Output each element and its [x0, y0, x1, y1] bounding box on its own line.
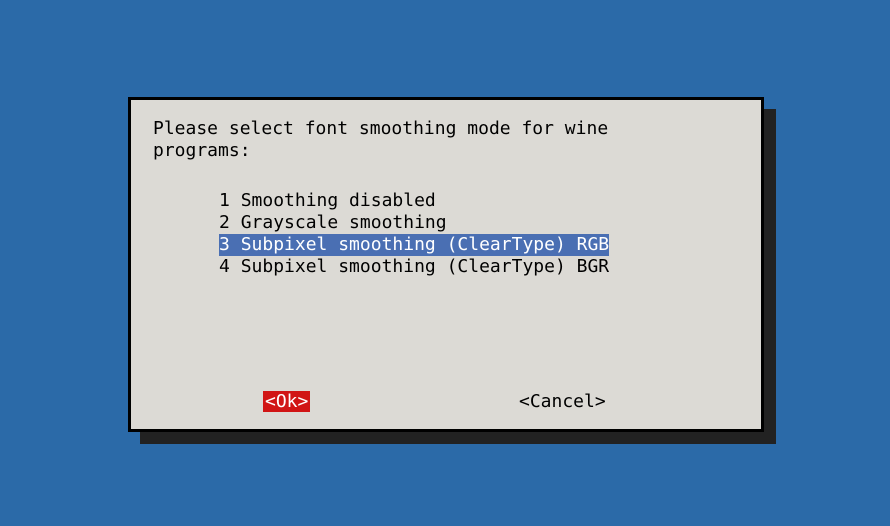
- option-label: Subpixel smoothing (ClearType) RGB: [241, 234, 609, 255]
- option-label: Subpixel smoothing (ClearType) BGR: [241, 256, 609, 277]
- prompt-line-2: programs:: [153, 140, 251, 161]
- option-label: Grayscale smoothing: [241, 212, 447, 233]
- option-number: 4: [219, 256, 230, 277]
- option-label: Smoothing disabled: [241, 190, 436, 211]
- menu-option-3[interactable]: 3 Subpixel smoothing (ClearType) RGB: [219, 234, 609, 256]
- dialog-prompt: Please select font smoothing mode for wi…: [153, 118, 608, 162]
- option-number: 3: [219, 234, 230, 255]
- menu-option-1[interactable]: 1 Smoothing disabled: [219, 190, 609, 212]
- dialog-wrapper: Please select font smoothing mode for wi…: [128, 97, 764, 432]
- ok-button[interactable]: <Ok>: [263, 391, 310, 412]
- menu-option-2[interactable]: 2 Grayscale smoothing: [219, 212, 609, 234]
- prompt-line-1: Please select font smoothing mode for wi…: [153, 118, 608, 139]
- option-number: 1: [219, 190, 230, 211]
- dialog: Please select font smoothing mode for wi…: [128, 97, 764, 432]
- menu-option-4[interactable]: 4 Subpixel smoothing (ClearType) BGR: [219, 256, 609, 278]
- option-menu: 1 Smoothing disabled 2 Grayscale smoothi…: [219, 190, 609, 278]
- cancel-button[interactable]: <Cancel>: [519, 391, 606, 412]
- option-number: 2: [219, 212, 230, 233]
